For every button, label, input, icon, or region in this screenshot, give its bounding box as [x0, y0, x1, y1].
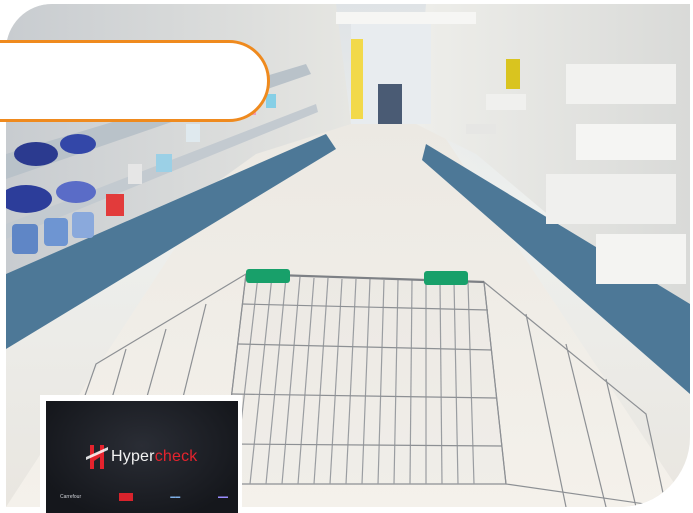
partner-logo-2 — [118, 493, 133, 501]
cart-handle-left — [246, 269, 290, 283]
cart-handle-right — [424, 271, 468, 285]
hypercheck-brand: Hypercheck — [84, 443, 197, 471]
hypercheck-logo-card: Hypercheck Carrefour ▬▬ ▬▬ — [40, 395, 242, 513]
partner-logos: Carrefour ▬▬ ▬▬ — [60, 493, 228, 501]
partner-logo-3: ▬▬ — [170, 494, 181, 500]
brand-wordmark: Hypercheck — [111, 448, 198, 465]
logo-background: Hypercheck Carrefour ▬▬ ▬▬ — [46, 401, 238, 513]
hypercheck-logo-icon — [86, 445, 108, 469]
store-image-frame: Hypercheck Carrefour ▬▬ ▬▬ — [0, 0, 693, 513]
partner-logo-4: ▬▬ — [217, 494, 228, 500]
partner-logo-carrefour: Carrefour — [60, 494, 82, 500]
title-banner-placeholder — [0, 40, 270, 122]
